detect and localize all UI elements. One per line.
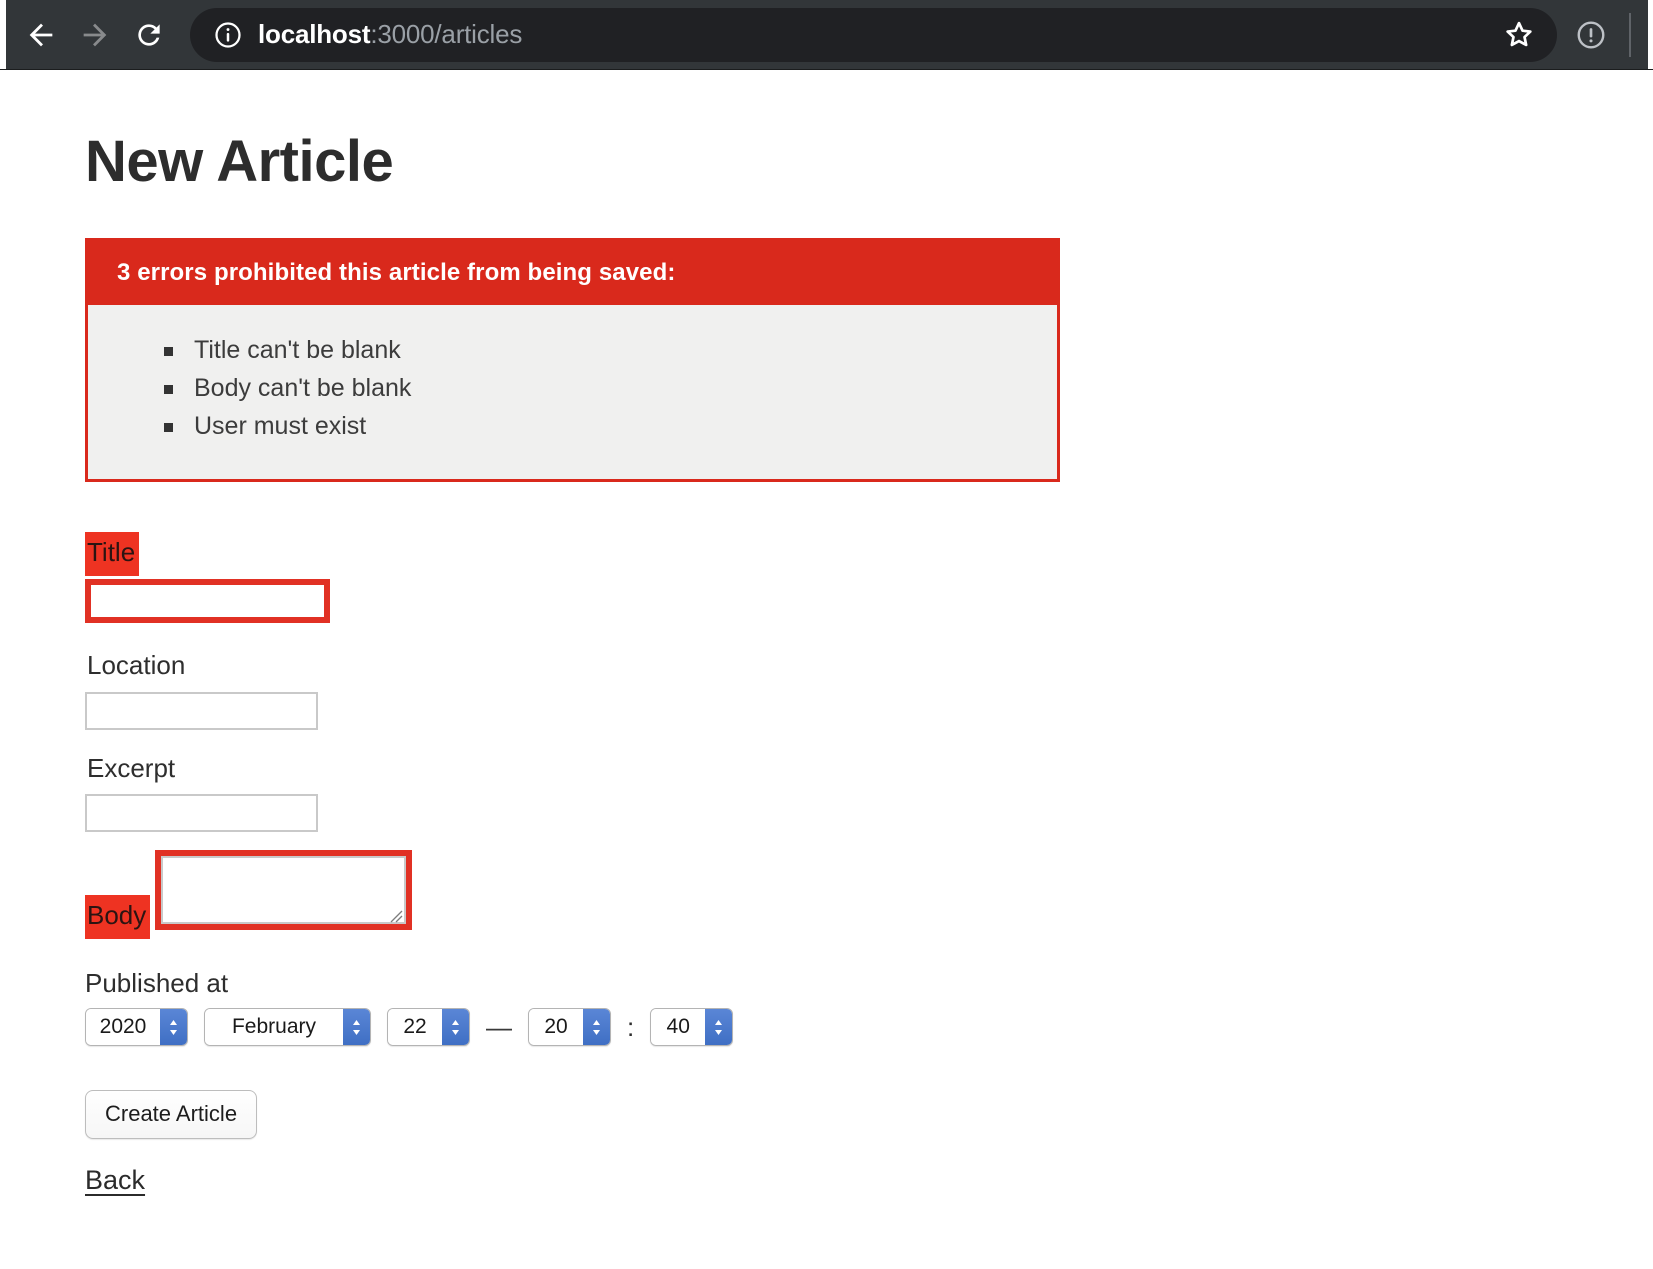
url-host: localhost	[258, 19, 371, 49]
body-textarea-holder	[154, 850, 412, 931]
window-right-edge	[1648, 0, 1653, 69]
excerpt-label: Excerpt	[87, 752, 176, 783]
page-content: New Article 3 errors prohibited this art…	[0, 70, 1653, 1269]
chevron-up-down-icon	[452, 1019, 459, 1035]
hour-select-value: 20	[529, 1009, 583, 1046]
list-item: Body can't be blank	[164, 369, 1057, 407]
update-info-icon	[1577, 21, 1605, 48]
bookmark-button[interactable]	[1497, 13, 1541, 57]
title-input[interactable]	[85, 578, 330, 623]
toolbar-right-group	[1565, 9, 1639, 61]
time-separator: :	[627, 1012, 635, 1043]
location-input[interactable]	[85, 691, 318, 730]
year-stepper[interactable]	[160, 1009, 187, 1046]
body-error-outline	[154, 850, 412, 931]
star-icon	[1506, 21, 1532, 46]
minute-stepper[interactable]	[705, 1009, 733, 1046]
article-form: Title Location Excerpt Body Published at…	[85, 531, 1653, 1197]
error-list: Title can't be blank Body can't be blank…	[88, 305, 1057, 479]
reload-icon	[138, 23, 160, 46]
day-stepper[interactable]	[442, 1009, 469, 1046]
month-select-value: February	[205, 1009, 343, 1046]
field-title: Title	[85, 531, 1653, 623]
window-left-edge	[0, 0, 6, 69]
error-heading: 3 errors prohibited this article from be…	[88, 240, 1057, 305]
month-stepper[interactable]	[343, 1009, 370, 1046]
hour-select[interactable]: 20	[528, 1008, 611, 1047]
toolbar-divider	[1629, 12, 1631, 57]
chevron-up-down-icon	[170, 1019, 177, 1035]
chevron-up-down-icon	[593, 1019, 600, 1035]
body-label: Body	[85, 895, 151, 940]
chevron-up-down-icon	[715, 1019, 723, 1035]
published-at-label: Published at	[85, 968, 229, 999]
year-select-value: 2020	[86, 1009, 160, 1046]
field-excerpt: Excerpt	[85, 748, 1653, 833]
field-body: Body	[85, 850, 1653, 942]
browser-toolbar: localhost:3000/articles	[0, 0, 1653, 70]
day-select-value: 22	[388, 1009, 442, 1046]
year-select[interactable]: 2020	[85, 1008, 188, 1047]
field-location: Location	[85, 645, 1653, 730]
field-published-at: Published at 2020 February 22 — 20: 40	[85, 968, 1653, 1047]
error-explanation: 3 errors prohibited this article from be…	[85, 237, 1060, 482]
day-select[interactable]: 22	[387, 1008, 470, 1047]
address-bar[interactable]: localhost:3000/articles	[190, 7, 1557, 62]
form-actions: Create Article	[85, 1062, 1653, 1140]
page-title: New Article	[85, 129, 394, 194]
title-label: Title	[85, 531, 140, 576]
date-time-separator: —	[486, 1012, 512, 1043]
forward-arrow-icon	[83, 23, 107, 46]
minute-select-value: 40	[651, 1009, 706, 1046]
create-article-button[interactable]: Create Article	[85, 1090, 258, 1140]
minute-select[interactable]: 40	[650, 1008, 734, 1047]
month-select[interactable]: February	[204, 1008, 371, 1047]
url-path: :3000/articles	[370, 19, 523, 49]
site-information-icon[interactable]	[212, 19, 244, 51]
location-label: Location	[87, 649, 186, 680]
excerpt-input[interactable]	[85, 794, 318, 833]
published-at-controls: 2020 February 22 — 20: 40	[85, 1008, 1653, 1047]
body-textarea[interactable]	[160, 856, 406, 925]
back-button[interactable]	[14, 8, 68, 62]
hour-stepper[interactable]	[583, 1009, 610, 1046]
reload-button[interactable]	[122, 8, 176, 62]
list-item: User must exist	[164, 407, 1057, 445]
chevron-up-down-icon	[353, 1019, 360, 1035]
back-link[interactable]: Back	[85, 1165, 145, 1196]
back-arrow-icon	[29, 23, 53, 46]
back-link-row: Back	[85, 1139, 1653, 1196]
forward-button[interactable]	[68, 8, 122, 62]
browser-update-button[interactable]	[1565, 9, 1617, 61]
list-item: Title can't be blank	[164, 331, 1057, 369]
url-text: localhost:3000/articles	[258, 19, 1487, 50]
